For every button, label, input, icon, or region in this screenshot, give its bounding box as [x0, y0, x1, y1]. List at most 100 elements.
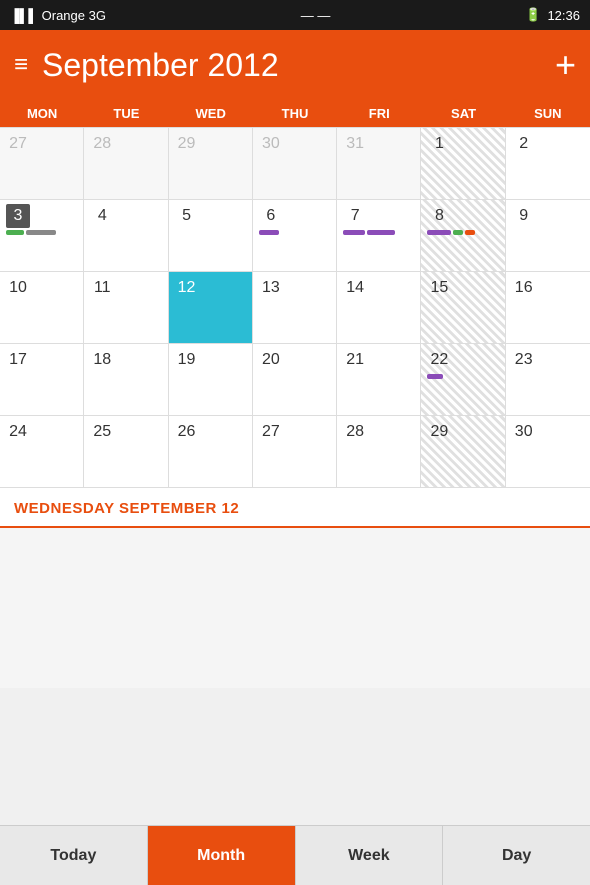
calendar-cell[interactable]: 25	[84, 416, 168, 488]
day-header-wed: WED	[169, 100, 253, 127]
calendar-cell[interactable]: 21	[337, 344, 421, 416]
cell-number: 31	[343, 132, 367, 156]
calendar: MON TUE WED THU FRI SAT SUN 272829303112…	[0, 100, 590, 488]
event-bars	[259, 230, 330, 235]
day-headers-row: MON TUE WED THU FRI SAT SUN	[0, 100, 590, 127]
day-header-fri: FRI	[337, 100, 421, 127]
carrier-label: Orange 3G	[42, 8, 106, 23]
events-area	[0, 528, 590, 688]
tab-month[interactable]: Month	[148, 826, 296, 885]
event-bar	[427, 374, 443, 379]
calendar-cell[interactable]: 6	[253, 200, 337, 272]
status-left: ▐▌▌ Orange 3G	[10, 8, 106, 23]
calendar-cell[interactable]: 14	[337, 272, 421, 344]
calendar-cell[interactable]: 4	[84, 200, 168, 272]
tab-today[interactable]: Today	[0, 826, 148, 885]
cell-number: 21	[343, 348, 367, 372]
calendar-cell[interactable]: 30	[253, 128, 337, 200]
add-event-button[interactable]: +	[555, 47, 576, 83]
cell-number: 5	[175, 204, 199, 228]
calendar-cell[interactable]: 11	[84, 272, 168, 344]
app-header: ≡ September 2012 +	[0, 30, 590, 100]
calendar-cell[interactable]: 12	[169, 272, 253, 344]
calendar-cell[interactable]: 23	[506, 344, 590, 416]
signal-icon: ▐▌▌	[10, 8, 38, 23]
header-left: ≡ September 2012	[14, 47, 279, 84]
calendar-cell[interactable]: 27	[253, 416, 337, 488]
cell-number: 23	[512, 348, 536, 372]
cell-number: 27	[6, 132, 30, 156]
event-bar	[343, 230, 365, 235]
event-bar	[453, 230, 463, 235]
event-bars	[6, 230, 77, 235]
calendar-cell[interactable]: 29	[421, 416, 505, 488]
cell-number: 11	[90, 276, 114, 300]
calendar-cell[interactable]: 8	[421, 200, 505, 272]
status-center: — —	[301, 8, 331, 23]
calendar-cell[interactable]: 18	[84, 344, 168, 416]
cell-number: 28	[343, 420, 367, 444]
calendar-cell[interactable]: 19	[169, 344, 253, 416]
calendar-cell[interactable]: 2	[506, 128, 590, 200]
calendar-cell[interactable]: 30	[506, 416, 590, 488]
cell-number: 9	[512, 204, 536, 228]
cell-number: 10	[6, 276, 30, 300]
calendar-cell[interactable]: 7	[337, 200, 421, 272]
calendar-cell[interactable]: 3	[0, 200, 84, 272]
cell-number: 30	[259, 132, 283, 156]
cell-number: 16	[512, 276, 536, 300]
calendar-cell[interactable]: 1	[421, 128, 505, 200]
calendar-cell[interactable]: 28	[337, 416, 421, 488]
tab-bar: TodayMonthWeekDay	[0, 825, 590, 885]
calendar-cell[interactable]: 28	[84, 128, 168, 200]
tab-week[interactable]: Week	[296, 826, 444, 885]
cell-number: 3	[6, 204, 30, 228]
calendar-cell[interactable]: 24	[0, 416, 84, 488]
event-bars	[427, 374, 498, 379]
status-right: 🔋 12:36	[525, 7, 580, 23]
cell-number: 28	[90, 132, 114, 156]
calendar-cell[interactable]: 10	[0, 272, 84, 344]
cell-number: 17	[6, 348, 30, 372]
day-header-tue: TUE	[84, 100, 168, 127]
selected-day-label: WEDNESDAY SEPTEMBER 12	[14, 500, 239, 517]
calendar-cell[interactable]: 17	[0, 344, 84, 416]
calendar-cell[interactable]: 26	[169, 416, 253, 488]
time-label: 12:36	[547, 8, 580, 23]
calendar-cell[interactable]: 22	[421, 344, 505, 416]
selected-day-info: WEDNESDAY SEPTEMBER 12	[0, 488, 590, 528]
cell-number: 20	[259, 348, 283, 372]
calendar-cell[interactable]: 15	[421, 272, 505, 344]
calendar-cell[interactable]: 27	[0, 128, 84, 200]
day-header-sun: SUN	[506, 100, 590, 127]
event-bar	[367, 230, 395, 235]
calendar-cell[interactable]: 5	[169, 200, 253, 272]
event-bars	[427, 230, 498, 235]
menu-icon[interactable]: ≡	[14, 51, 28, 79]
event-bar	[6, 230, 24, 235]
cell-number: 15	[427, 276, 451, 300]
calendar-grid: 2728293031123456789101112131415161718192…	[0, 127, 590, 488]
cell-number: 13	[259, 276, 283, 300]
cell-number: 30	[512, 420, 536, 444]
calendar-cell[interactable]: 16	[506, 272, 590, 344]
calendar-cell[interactable]: 29	[169, 128, 253, 200]
cell-number: 24	[6, 420, 30, 444]
tab-day[interactable]: Day	[443, 826, 590, 885]
calendar-cell[interactable]: 20	[253, 344, 337, 416]
event-bar	[259, 230, 279, 235]
calendar-cell[interactable]: 13	[253, 272, 337, 344]
cell-number: 7	[343, 204, 367, 228]
event-bars	[343, 230, 414, 235]
calendar-cell[interactable]: 9	[506, 200, 590, 272]
cell-number: 14	[343, 276, 367, 300]
cell-number: 8	[427, 204, 451, 228]
day-header-mon: MON	[0, 100, 84, 127]
cell-number: 2	[512, 132, 536, 156]
event-bar	[465, 230, 475, 235]
day-header-sat: SAT	[421, 100, 505, 127]
battery-icon: 🔋	[525, 7, 541, 23]
menu-indicator: — —	[301, 8, 331, 23]
cell-number: 19	[175, 348, 199, 372]
calendar-cell[interactable]: 31	[337, 128, 421, 200]
